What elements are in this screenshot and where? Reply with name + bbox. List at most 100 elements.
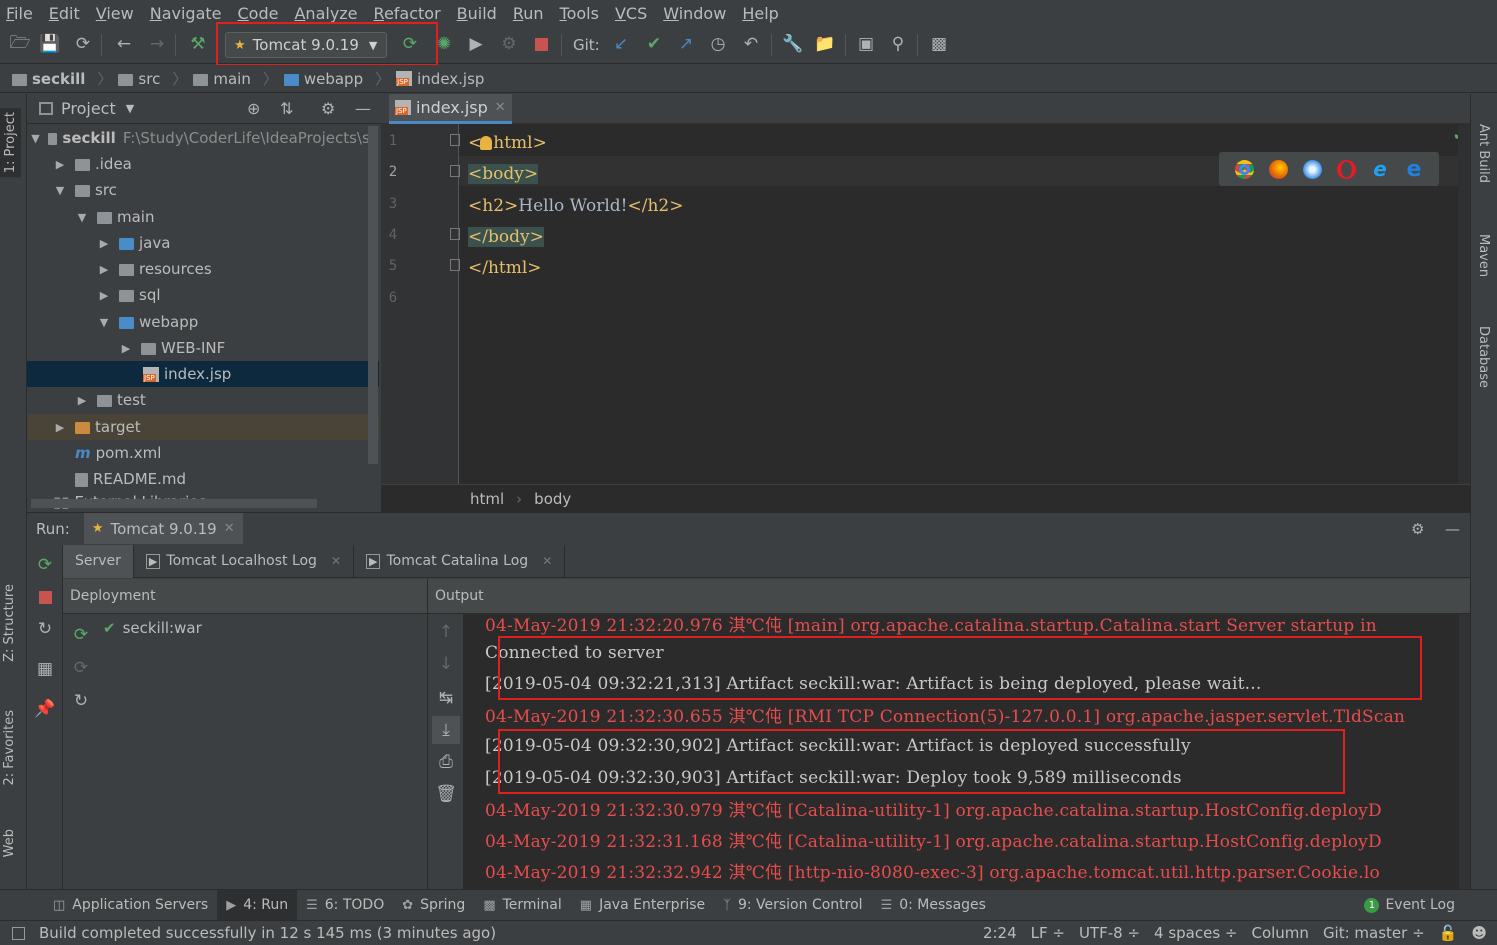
tool-terminal[interactable]: ▩ Terminal [474, 890, 570, 921]
presentation-icon[interactable]: ▣ [854, 32, 878, 56]
rerun-icon[interactable]: ⟳ [33, 553, 57, 577]
code-line-4[interactable]: </body> [468, 222, 544, 252]
menu-navigate[interactable]: Navigate [150, 4, 222, 23]
tab-tomcat-localhost-log[interactable]: ▶ Tomcat Localhost Log ✕ [134, 544, 355, 578]
settings-wrench-icon[interactable]: 🔧 [781, 32, 805, 56]
open-folder-icon[interactable]: 🗁 [8, 32, 32, 56]
hide-panel-icon[interactable]: — [355, 99, 371, 118]
file-encoding[interactable]: UTF-8 ÷ [1079, 924, 1140, 942]
project-structure-icon[interactable]: 📁 [813, 32, 837, 56]
stop-icon[interactable] [33, 585, 57, 609]
tree-item-webapp[interactable]: ▼ webapp [27, 309, 379, 335]
debug-bug-icon[interactable]: ✺ [432, 32, 456, 56]
tasks-icon[interactable]: ▩ [927, 32, 951, 56]
project-view-selector[interactable]: Project [61, 99, 116, 118]
rollback-icon[interactable]: ↶ [739, 32, 763, 56]
run-config-tab[interactable]: ★ Tomcat 9.0.19 ✕ [83, 513, 243, 544]
tree-item-readme[interactable]: README.md [27, 466, 379, 492]
editor-tab-index-jsp[interactable]: index.jsp ✕ [389, 94, 512, 124]
locate-icon[interactable]: ⊕ [247, 99, 260, 118]
crumb-body[interactable]: body [534, 490, 571, 508]
console-output[interactable]: 04-May-2019 21:32:20.976 淇℃伅 [main] org.… [464, 614, 1470, 890]
back-arrow-icon[interactable]: ← [112, 32, 136, 56]
close-icon[interactable]: ✕ [331, 554, 341, 568]
arrow-up-icon[interactable]: ↑ [434, 620, 458, 644]
menu-file[interactable]: File [6, 4, 33, 23]
code-line-3[interactable]: <h2> Hello World! </h2> [468, 191, 683, 221]
tree-item-idea[interactable]: ▶ .idea [27, 151, 379, 177]
forward-arrow-icon[interactable]: → [145, 32, 169, 56]
edge-icon[interactable]: e [1405, 158, 1424, 180]
build-hammer-icon[interactable]: ⚒ [186, 32, 210, 56]
hide-panel-icon[interactable]: — [1445, 520, 1460, 538]
tree-item-target[interactable]: ▶ target [27, 414, 379, 440]
menu-edit[interactable]: Edit [49, 4, 80, 23]
git-commit-icon[interactable]: ✔ [642, 32, 666, 56]
menu-vcs[interactable]: VCS [615, 4, 647, 23]
tool-application-servers[interactable]: ◫ Application Servers [44, 890, 217, 921]
layout-icon[interactable]: ▦ [33, 657, 57, 681]
close-icon[interactable]: ✕ [224, 521, 235, 536]
tab-structure-tool[interactable]: Z: Structure [2, 584, 17, 662]
tab-tomcat-catalina-log[interactable]: ▶ Tomcat Catalina Log ✕ [354, 544, 566, 578]
tree-item-index-jsp[interactable]: index.jsp [27, 361, 379, 387]
chevron-down-icon[interactable]: ▼ [126, 102, 134, 115]
sync-icon[interactable]: ⟳ [71, 32, 95, 56]
code-line-5[interactable]: </html> [468, 253, 542, 283]
crumb-html[interactable]: html [470, 490, 504, 508]
caret-position[interactable]: 2:24 [983, 924, 1017, 942]
close-icon[interactable]: ✕ [542, 554, 552, 568]
tree-item-resources[interactable]: ▶ resources [27, 256, 379, 282]
search-icon[interactable]: ⚲ [886, 32, 910, 56]
line-separator[interactable]: LF ÷ [1031, 924, 1065, 942]
fold-marker-icon[interactable] [450, 259, 460, 271]
update-app-icon[interactable]: ↻ [33, 617, 57, 641]
tab-ant-build[interactable]: Ant Build [1476, 124, 1491, 183]
rerun-icon[interactable]: ⟳ [398, 32, 422, 56]
soft-wrap-icon[interactable]: ↹ [434, 686, 458, 710]
artifact-row[interactable]: ✔ seckill:war [103, 617, 202, 639]
firefox-icon[interactable] [1268, 159, 1288, 179]
tree-item-main[interactable]: ▼ main [27, 204, 379, 230]
refresh-icon[interactable]: ↻ [69, 689, 93, 713]
menu-view[interactable]: View [96, 4, 134, 23]
menu-help[interactable]: Help [742, 4, 778, 23]
opera-icon[interactable] [1336, 159, 1356, 179]
fold-marker-icon[interactable] [450, 165, 460, 177]
breadcrumb-main[interactable]: main [193, 70, 251, 88]
tree-item-src[interactable]: ▼ src [27, 177, 379, 203]
collapse-icon[interactable]: ⇅ [280, 99, 293, 118]
project-hscrollbar[interactable] [31, 499, 317, 508]
undeploy-icon[interactable]: ⟳ [69, 656, 93, 680]
menu-analyze[interactable]: Analyze [294, 4, 357, 23]
project-scrollbar[interactable] [368, 126, 378, 464]
tree-item-web-inf[interactable]: ▶ WEB-INF [27, 335, 379, 361]
close-icon[interactable]: ✕ [495, 100, 506, 115]
tool-spring[interactable]: ✿ Spring [393, 890, 474, 921]
tool-todo[interactable]: ☰ 6: TODO [297, 890, 393, 921]
column-mode[interactable]: Column [1251, 924, 1308, 942]
tool-run[interactable]: ▶ 4: Run [217, 889, 298, 921]
print-icon[interactable]: ⎙ [434, 750, 458, 774]
deploy-all-icon[interactable]: ⟳ [69, 623, 93, 647]
menu-run[interactable]: Run [513, 4, 544, 23]
gear-icon[interactable]: ⚙ [1411, 520, 1424, 538]
tab-server[interactable]: Server [63, 544, 134, 578]
tool-java-enterprise[interactable]: ▦ Java Enterprise [571, 890, 714, 921]
tree-item-java[interactable]: ▶ java [27, 230, 379, 256]
tool-messages[interactable]: ☰ 0: Messages [872, 890, 995, 921]
internet-explorer-icon[interactable]: e [1371, 159, 1390, 179]
coverage-icon[interactable]: ▶ [464, 32, 488, 56]
menu-window[interactable]: Window [663, 4, 726, 23]
console-scrollbar[interactable] [1459, 614, 1470, 890]
code-line-1[interactable]: < html> [468, 128, 547, 158]
editor-scrollbar[interactable] [1458, 125, 1470, 484]
fold-marker-icon[interactable] [450, 228, 460, 240]
gear-icon[interactable]: ⚙ [321, 99, 335, 118]
save-icon[interactable]: 💾 [38, 32, 62, 56]
tab-maven[interactable]: Maven [1476, 234, 1491, 277]
arrow-down-icon[interactable]: ↓ [434, 652, 458, 676]
breadcrumb-src[interactable]: src [118, 70, 160, 88]
toggle-tool-windows-icon[interactable] [12, 926, 25, 940]
menu-refactor[interactable]: Refactor [374, 4, 441, 23]
